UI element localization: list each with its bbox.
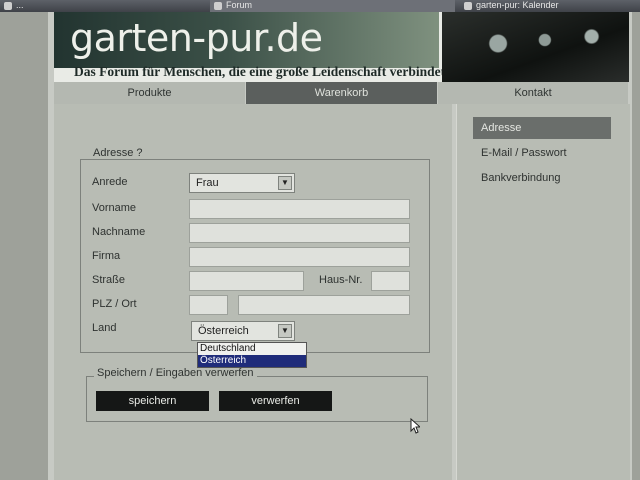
strasse-label: Straße bbox=[92, 274, 126, 286]
save-button[interactable]: speichern bbox=[96, 391, 209, 411]
plz-field[interactable] bbox=[189, 295, 228, 315]
firma-label: Firma bbox=[92, 250, 121, 262]
main-navigation: Produkte Warenkorb Kontakt bbox=[54, 82, 629, 104]
sidebar-item-adresse[interactable]: Adresse bbox=[473, 117, 611, 139]
land-select[interactable]: Österreich ▼ bbox=[191, 321, 295, 341]
hausnr-label: Haus-Nr. bbox=[319, 274, 363, 286]
land-option-deutschland[interactable]: Deutschland bbox=[198, 343, 306, 355]
site-title[interactable]: garten-pur.de bbox=[70, 16, 323, 60]
actions-legend: Speichern / Eingaben verwerfen bbox=[94, 367, 257, 379]
chevron-down-icon[interactable]: ▼ bbox=[278, 324, 292, 338]
browser-tab-label: ... bbox=[16, 0, 24, 10]
browser-tab-strip: ... Forum garten-pur: Kalender bbox=[0, 0, 640, 12]
land-value: Österreich bbox=[198, 325, 249, 337]
nachname-field[interactable] bbox=[189, 223, 410, 243]
strasse-field[interactable] bbox=[189, 271, 304, 291]
account-sidebar: Adresse E-Mail / Passwort Bankverbindung bbox=[456, 104, 630, 480]
anrede-select[interactable]: Frau ▼ bbox=[189, 173, 295, 193]
page-icon bbox=[464, 2, 472, 10]
land-label: Land bbox=[92, 322, 117, 334]
site-banner: garten-pur.de Das Forum für Menschen, di… bbox=[54, 12, 629, 82]
nachname-label: Nachname bbox=[92, 226, 146, 238]
sidebar-item-bankverbindung[interactable]: Bankverbindung bbox=[473, 167, 561, 189]
site-tagline: Das Forum für Menschen, die eine große L… bbox=[74, 64, 449, 79]
hausnr-field[interactable] bbox=[371, 271, 410, 291]
water-drops-photo bbox=[442, 12, 629, 82]
browser-tab-active[interactable]: Forum bbox=[210, 0, 455, 12]
sidebar-item-email-passwort[interactable]: E-Mail / Passwort bbox=[473, 142, 567, 164]
page-icon bbox=[214, 2, 222, 10]
ort-field[interactable] bbox=[238, 295, 410, 315]
mouse-pointer-icon bbox=[410, 418, 420, 434]
page: garten-pur.de Das Forum für Menschen, di… bbox=[48, 12, 632, 480]
main-content: Adresse ? Anrede Frau ▼ Vorname Nachname… bbox=[54, 104, 452, 480]
nav-item-warenkorb[interactable]: Warenkorb bbox=[246, 82, 438, 104]
browser-tab-label: garten-pur: Kalender bbox=[476, 0, 559, 10]
anrede-label: Anrede bbox=[92, 176, 128, 188]
page-icon bbox=[4, 2, 12, 10]
firma-field[interactable] bbox=[189, 247, 410, 267]
browser-tab-label: Forum bbox=[226, 0, 253, 10]
browser-tab[interactable]: garten-pur: Kalender bbox=[460, 0, 640, 12]
plz-ort-label: PLZ / Ort bbox=[92, 298, 137, 310]
anrede-value: Frau bbox=[196, 177, 219, 189]
land-option-oesterreich[interactable]: Österreich bbox=[198, 355, 306, 367]
vorname-label: Vorname bbox=[92, 202, 137, 214]
nav-item-kontakt[interactable]: Kontakt bbox=[438, 82, 629, 104]
address-legend: Adresse ? bbox=[90, 147, 146, 159]
vorname-field[interactable] bbox=[189, 199, 410, 219]
discard-button[interactable]: verwerfen bbox=[219, 391, 332, 411]
land-dropdown-list: Deutschland Österreich bbox=[197, 342, 307, 368]
nav-item-produkte[interactable]: Produkte bbox=[54, 82, 246, 104]
chevron-down-icon[interactable]: ▼ bbox=[278, 176, 292, 190]
browser-tab[interactable]: ... bbox=[0, 0, 205, 12]
